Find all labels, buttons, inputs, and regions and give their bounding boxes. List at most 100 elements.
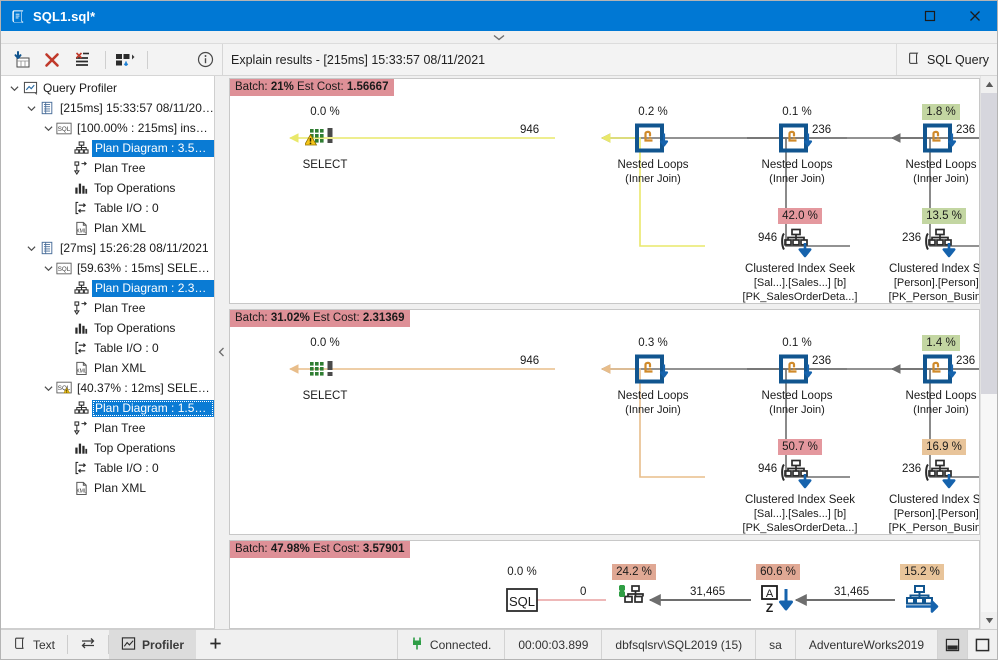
plan-node[interactable]: 24.2 %: [574, 564, 694, 618]
plan-vertical-scrollbar[interactable]: [980, 76, 997, 629]
sql-statement-icon: SQL: [55, 120, 73, 136]
scroll-up-icon[interactable]: [981, 76, 997, 93]
plan-node-cost-badge: 0.0 %: [462, 564, 582, 580]
tree-item-label: [27ms] 15:26:28 08/11/2021: [60, 241, 209, 255]
plan-node[interactable]: 0.0 %SELECT: [240, 335, 410, 403]
tree-item[interactable]: SQL[100.00% : 215ms] insert...: [1, 118, 214, 138]
split-view-button[interactable]: [937, 630, 967, 659]
plan-node-cost-badge: 24.2 %: [574, 564, 694, 580]
chevron-down-icon[interactable]: [41, 385, 55, 392]
plan-node[interactable]: 60.6 %AZ: [718, 564, 838, 618]
stop-icon[interactable]: [39, 47, 66, 73]
plan-xml-icon: XML: [72, 360, 90, 376]
bottom-tab-profiler[interactable]: Profiler: [109, 630, 196, 659]
chevron-left-icon[interactable]: [218, 347, 225, 359]
toolbar: Explain results - [215ms] 15:33:57 08/11…: [1, 44, 997, 76]
chevron-down-icon[interactable]: [24, 245, 38, 252]
plan-batch: Batch: 21% Est Cost: 1.566670.0 %SELECT0…: [229, 78, 980, 304]
tree-item[interactable]: XMLPlan XML: [1, 358, 214, 378]
tree-item[interactable]: Plan Tree: [1, 158, 214, 178]
plan-node[interactable]: 16.9 %Clustered Index Seek[Person].[Pers…: [859, 439, 980, 535]
database-name: AdventureWorks2019: [795, 630, 937, 659]
tree-item-label: Top Operations: [94, 321, 175, 335]
plan-node[interactable]: 15.2 %: [862, 564, 980, 618]
plan-node[interactable]: 0.0 % SQL: [462, 564, 582, 618]
plan-node[interactable]: 1.4 %Nested Loops(Inner Join): [856, 335, 980, 417]
single-view-button[interactable]: [967, 630, 997, 659]
tree-item[interactable]: XMLPlan XML: [1, 478, 214, 498]
tree-item[interactable]: [27ms] 15:26:28 08/11/2021: [1, 238, 214, 258]
chevron-down-icon[interactable]: [24, 105, 38, 112]
tree-item[interactable]: Top Operations: [1, 318, 214, 338]
tree-item-label: Plan XML: [94, 221, 146, 235]
tree-item-label: Table I/O : 0: [94, 341, 159, 355]
chevron-down-icon[interactable]: [7, 85, 21, 92]
plan-xml-icon: XML: [72, 220, 90, 236]
plan-node[interactable]: 1.8 %Nested Loops(Inner Join): [856, 104, 980, 186]
tree-item-label: Top Operations: [94, 181, 175, 195]
maximize-button[interactable]: [907, 1, 952, 31]
plan-node[interactable]: 13.5 %Clustered Index Seek[Person].[Pers…: [859, 208, 980, 304]
tree-item[interactable]: [215ms] 15:33:57 08/11/2021: [1, 98, 214, 118]
tree-item[interactable]: Plan Diagram : 2.31369: [1, 278, 214, 298]
panel-collapse-strip[interactable]: [1, 31, 997, 44]
execute-to-grid-icon[interactable]: [9, 47, 36, 73]
bottom-tab-text[interactable]: Text: [1, 630, 67, 659]
table-io-icon: [72, 200, 90, 216]
chevron-down-icon[interactable]: [493, 30, 505, 44]
sort-az-icon: AZ: [718, 582, 838, 618]
batch-canvas: 0.0 %SELECT0.2 %Nested Loops(Inner Join)…: [230, 96, 979, 304]
plan-node-label: (Inner Join): [856, 403, 980, 417]
row-count-label: 236: [902, 232, 921, 244]
plan-scroll-wrapper: Batch: 21% Est Cost: 1.566670.0 %SELECT0…: [227, 76, 997, 629]
format-sql-icon[interactable]: [69, 47, 96, 73]
plan-tree-icon: [72, 160, 90, 176]
plan-node[interactable]: 0.0 %SELECT: [240, 104, 410, 172]
bottom-tab-add[interactable]: [196, 630, 235, 659]
tree-item[interactable]: Table I/O : 0: [1, 198, 214, 218]
session-icon: [38, 100, 56, 116]
close-button[interactable]: [952, 1, 997, 31]
chevron-down-icon[interactable]: [41, 265, 55, 272]
batch-est-cost-label: 3.57901: [363, 543, 405, 555]
tree-item[interactable]: Plan Tree: [1, 298, 214, 318]
plan-xml-icon: XML: [72, 480, 90, 496]
panel-splitter[interactable]: [215, 76, 227, 629]
scrollbar-thumb[interactable]: [981, 93, 997, 394]
info-icon[interactable]: [192, 47, 219, 73]
tree-item[interactable]: Top Operations: [1, 438, 214, 458]
query-profiler-tree[interactable]: Query Profiler[215ms] 15:33:57 08/11/202…: [1, 76, 215, 629]
cost-percent-label: 50.7 %: [778, 439, 822, 455]
scrollbar-track[interactable]: [981, 93, 997, 612]
tree-item[interactable]: SQL[40.37% : 12ms] SELECT ...: [1, 378, 214, 398]
sql-box-icon: SQL: [462, 582, 582, 618]
sql-query-tab[interactable]: SQL Query: [896, 44, 989, 75]
chevron-down-icon[interactable]: [41, 125, 55, 132]
scroll-down-icon[interactable]: [981, 612, 997, 629]
plan-batch: Batch: 31.02% Est Cost: 2.313690.0 %SELE…: [229, 309, 980, 535]
bottom-tab-swap[interactable]: [68, 630, 108, 659]
plan-node-cost-badge: 15.2 %: [862, 564, 980, 580]
tree-item[interactable]: Plan Diagram : 3.57901: [1, 138, 214, 158]
explain-plan-icon[interactable]: [111, 47, 138, 73]
row-count-label: 946: [520, 355, 539, 367]
plan-node-label: SELECT: [240, 158, 410, 172]
tree-item[interactable]: Top Operations: [1, 178, 214, 198]
tree-item[interactable]: XML Plan XML: [1, 218, 214, 238]
toolbar-right-group: Explain results - [215ms] 15:33:57 08/11…: [223, 44, 997, 75]
row-count-label: 236: [902, 463, 921, 475]
tree-item[interactable]: Query Profiler: [1, 78, 214, 98]
tree-item[interactable]: Plan Diagram : 1.56667: [1, 398, 214, 418]
tree-item-label: Plan Diagram : 1.56667: [92, 400, 214, 417]
tree-item[interactable]: Plan Tree: [1, 418, 214, 438]
cost-percent-label: 0.0 %: [306, 335, 343, 351]
tree-item[interactable]: SQL[59.63% : 15ms] SELECT ...: [1, 258, 214, 278]
tree-item[interactable]: Table I/O : 0: [1, 458, 214, 478]
plan-node-label: [PK_Person_Busine...]: [859, 290, 980, 304]
plan-tree-icon: [72, 420, 90, 436]
plan-node-label: Nested Loops: [856, 389, 980, 403]
svg-text:XML: XML: [76, 489, 87, 495]
tree-item-label: Top Operations: [94, 441, 175, 455]
tree-item-label: [59.63% : 15ms] SELECT ...: [77, 261, 214, 275]
tree-item[interactable]: Table I/O : 0: [1, 338, 214, 358]
